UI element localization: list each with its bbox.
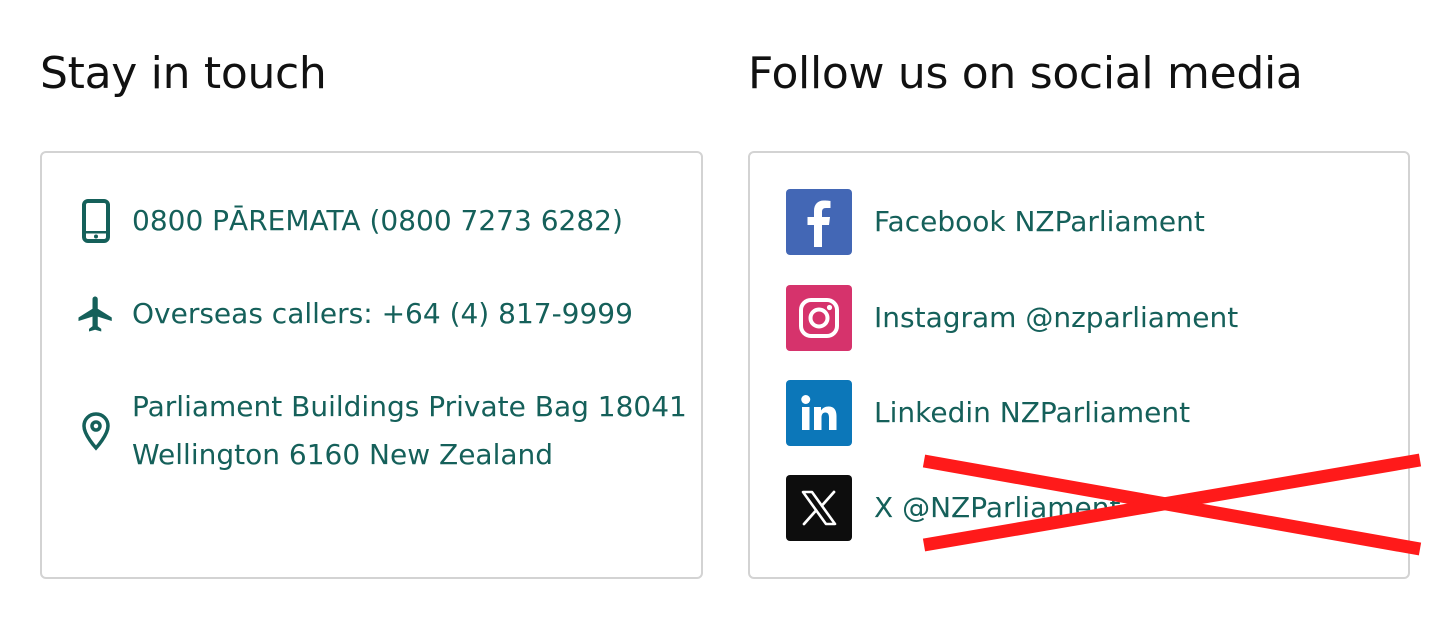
location-pin-icon [72,407,120,455]
overseas-phone-link[interactable]: Overseas callers: +64 (4) 817-9999 [132,290,633,338]
address-line-1: Parliament Buildings Private Bag 18041 [132,390,687,423]
social-item-facebook[interactable]: Facebook NZParliament [786,189,1205,255]
social-media-heading: Follow us on social media [748,48,1303,99]
linkedin-link[interactable]: Linkedin NZParliament [874,389,1190,437]
contact-card: 0800 PĀREMATA (0800 7273 6282) Overseas … [40,151,703,579]
airplane-icon [72,290,120,338]
instagram-link[interactable]: Instagram @nzparliament [874,294,1238,342]
mobile-phone-icon [72,197,120,245]
x-link[interactable]: X @NZParliament [874,484,1120,532]
overseas-row: Overseas callers: +64 (4) 817-9999 [72,290,633,338]
facebook-icon [786,189,852,255]
phone-row: 0800 PĀREMATA (0800 7273 6282) [72,197,623,245]
linkedin-icon [786,380,852,446]
social-item-linkedin[interactable]: Linkedin NZParliament [786,380,1190,446]
phone-link[interactable]: 0800 PĀREMATA (0800 7273 6282) [132,197,623,245]
social-item-x[interactable]: X @NZParliament [786,475,1120,541]
address-text: Parliament Buildings Private Bag 18041 W… [132,383,687,479]
social-card: Facebook NZParliament Instagram @nzparli… [748,151,1410,579]
address-row: Parliament Buildings Private Bag 18041 W… [72,383,687,479]
stay-in-touch-heading: Stay in touch [40,48,327,99]
x-icon [786,475,852,541]
address-line-2: Wellington 6160 New Zealand [132,438,554,471]
facebook-link[interactable]: Facebook NZParliament [874,198,1205,246]
instagram-icon [786,285,852,351]
social-item-instagram[interactable]: Instagram @nzparliament [786,285,1238,351]
